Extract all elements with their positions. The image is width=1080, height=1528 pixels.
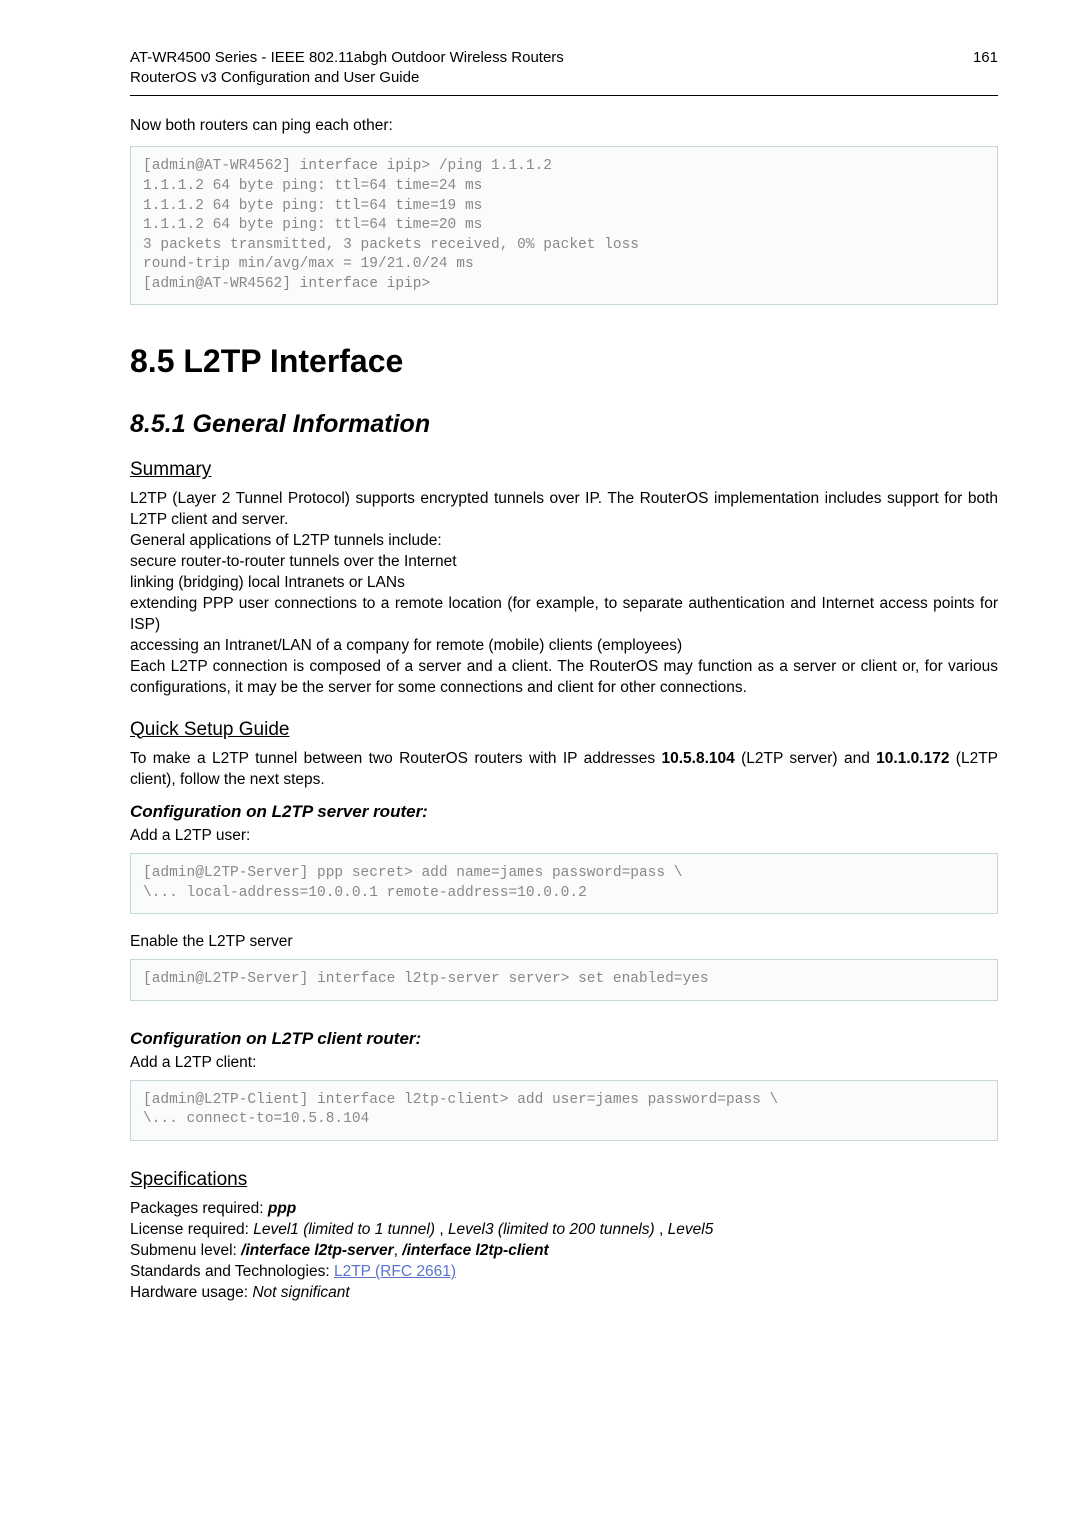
header-pagenum: 161 [973,48,998,89]
header-line2: RouterOS v3 Configuration and User Guide [130,69,419,86]
specs-l2c: , [435,1221,448,1238]
specs-l3d: /interface l2tp-client [402,1242,548,1259]
summary-p2: General applications of L2TP tunnels inc… [130,531,998,552]
header-left: AT-WR4500 Series - IEEE 802.11abgh Outdo… [130,48,564,89]
specs-l2f: Level5 [668,1221,714,1238]
code-block-enable-server: [admin@L2TP-Server] interface l2tp-serve… [130,959,998,1001]
page-header: AT-WR4500 Series - IEEE 802.11abgh Outdo… [130,48,998,89]
specs-l2d: Level3 (limited to 200 tunnels) [448,1221,655,1238]
specs-l5a: Hardware usage: [130,1284,252,1301]
config-client-line: Add a L2TP client: [130,1053,998,1074]
config-server-line: Add a L2TP user: [130,826,998,847]
specs-license: License required: Level1 (limited to 1 t… [130,1220,998,1241]
specs-l3c: , [394,1242,403,1259]
header-line1: AT-WR4500 Series - IEEE 802.11abgh Outdo… [130,49,564,66]
specs-l5b: Not significant [252,1284,349,1301]
specs-packages: Packages required: ppp [130,1199,998,1220]
specs-l1b: ppp [268,1200,296,1217]
heading-quick-setup: Quick Setup Guide [130,719,998,741]
code-block-add-user: [admin@L2TP-Server] ppp secret> add name… [130,853,998,914]
summary-p7: Each L2TP connection is composed of a se… [130,657,998,699]
heading-summary: Summary [130,459,998,481]
heading-config-client: Configuration on L2TP client router: [130,1029,998,1049]
heading-config-server: Configuration on L2TP server router: [130,802,998,822]
summary-p5: extending PPP user connections to a remo… [130,594,998,636]
specs-submenu: Submenu level: /interface l2tp-server, /… [130,1241,998,1262]
heading-general-information: 8.5.1 General Information [130,410,998,439]
quick-ip1: 10.5.8.104 [661,750,734,767]
specs-l2e: , [655,1221,668,1238]
summary-p1: L2TP (Layer 2 Tunnel Protocol) supports … [130,489,998,531]
specs-l2a: License required: [130,1221,253,1238]
specs-l1a: Packages required: [130,1200,268,1217]
code-block-add-client: [admin@L2TP-Client] interface l2tp-clien… [130,1080,998,1141]
specs-l4a: Standards and Technologies: [130,1263,334,1280]
code-block-ping: [admin@AT-WR4562] interface ipip> /ping … [130,146,998,305]
heading-specifications: Specifications [130,1169,998,1191]
specs-l3a: Submenu level: [130,1242,241,1259]
quick-ip2: 10.1.0.172 [876,750,949,767]
specs-l4b-link[interactable]: L2TP (RFC 2661) [334,1263,456,1280]
summary-p4: linking (bridging) local Intranets or LA… [130,573,998,594]
quick-p1b: (L2TP server) and [735,750,876,767]
heading-l2tp-interface: 8.5 L2TP Interface [130,343,998,380]
intro-line: Now both routers can ping each other: [130,116,998,137]
summary-p3: secure router-to-router tunnels over the… [130,552,998,573]
enable-server-line: Enable the L2TP server [130,932,998,953]
header-rule [130,95,998,96]
summary-p6: accessing an Intranet/LAN of a company f… [130,636,998,657]
specs-l2b: Level1 (limited to 1 tunnel) [253,1221,435,1238]
quick-p1: To make a L2TP tunnel between two Router… [130,749,998,791]
quick-p1a: To make a L2TP tunnel between two Router… [130,750,661,767]
specs-l3b: /interface l2tp-server [241,1242,394,1259]
page: AT-WR4500 Series - IEEE 802.11abgh Outdo… [0,0,1080,1352]
specs-standards: Standards and Technologies: L2TP (RFC 26… [130,1262,998,1283]
specs-hardware: Hardware usage: Not significant [130,1283,998,1304]
